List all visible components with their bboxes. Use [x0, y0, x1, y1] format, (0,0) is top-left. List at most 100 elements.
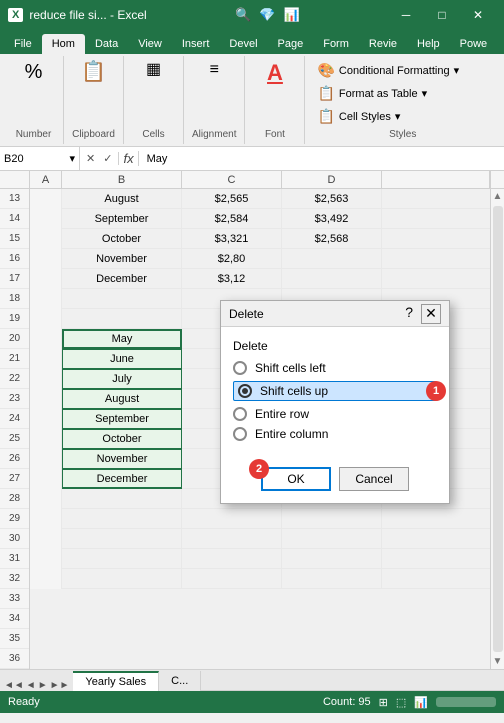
dialog-close-button[interactable]: ✕ [421, 304, 441, 324]
col-header-c[interactable]: C [182, 171, 282, 188]
scroll-down-arrow[interactable]: ▼ [491, 654, 504, 669]
row-num-17[interactable]: 17 [0, 269, 29, 289]
cell-d30[interactable] [282, 529, 382, 549]
row-num-14[interactable]: 14 [0, 209, 29, 229]
cell-c17[interactable]: $3,12 [182, 269, 282, 289]
cell-b22[interactable]: July [62, 369, 182, 389]
row-num-28[interactable]: 28 [0, 489, 29, 509]
cell-d29[interactable] [282, 509, 382, 529]
cell-a32[interactable] [30, 569, 62, 589]
cell-b29[interactable] [62, 509, 182, 529]
vertical-scrollbar[interactable]: ▲ ▼ [490, 189, 504, 669]
cell-a27[interactable] [30, 469, 62, 489]
row-num-21[interactable]: 21 [0, 349, 29, 369]
cell-a17[interactable] [30, 269, 62, 289]
page-layout-icon[interactable]: ⬚ [396, 696, 406, 709]
ok-button[interactable]: OK [261, 467, 331, 491]
tab-file[interactable]: File [4, 34, 42, 54]
row-num-24[interactable]: 24 [0, 409, 29, 429]
sheet-tab-c[interactable]: C... [159, 671, 201, 691]
radio-shift-left[interactable] [233, 361, 247, 375]
cell-styles-button[interactable]: 📋 Cell Styles ▾ [313, 106, 492, 127]
cell-a18[interactable] [30, 289, 62, 309]
cell-d17[interactable] [282, 269, 382, 289]
cell-b27[interactable]: December [62, 469, 182, 489]
cancel-button[interactable]: Cancel [339, 467, 409, 491]
tab-help[interactable]: Help [407, 34, 450, 54]
conditional-formatting-button[interactable]: 🎨 Conditional Formatting ▾ [313, 60, 492, 81]
radio-option-entire-column[interactable]: Entire column [233, 427, 437, 441]
sheet-tab-yearly-sales[interactable]: Yearly Sales [73, 671, 159, 691]
cell-a14[interactable] [30, 209, 62, 229]
cell-b23[interactable]: August [62, 389, 182, 409]
row-num-29[interactable]: 29 [0, 509, 29, 529]
radio-option-shift-up[interactable]: Shift cells up 1 [233, 381, 437, 401]
cell-b21[interactable]: June [62, 349, 182, 369]
alignment-button[interactable]: ≡ [194, 60, 234, 80]
zoom-slider[interactable] [436, 697, 496, 707]
cell-a26[interactable] [30, 449, 62, 469]
tab-home[interactable]: Hom [42, 34, 85, 54]
sheet-prev-arrow[interactable]: ◄ [26, 680, 36, 691]
cell-a16[interactable] [30, 249, 62, 269]
sheet-first-arrow[interactable]: ◄◄ [4, 680, 24, 691]
cell-a15[interactable] [30, 229, 62, 249]
cell-a23[interactable] [30, 389, 62, 409]
row-num-33[interactable]: 33 [0, 589, 29, 609]
row-num-32[interactable]: 32 [0, 569, 29, 589]
tab-insert[interactable]: Insert [172, 34, 220, 54]
row-num-27[interactable]: 27 [0, 469, 29, 489]
row-num-30[interactable]: 30 [0, 529, 29, 549]
row-num-13[interactable]: 13 [0, 189, 29, 209]
cell-b32[interactable] [62, 569, 182, 589]
cell-d16[interactable] [282, 249, 382, 269]
row-num-22[interactable]: 22 [0, 369, 29, 389]
cell-a24[interactable] [30, 409, 62, 429]
cell-b26[interactable]: November [62, 449, 182, 469]
cells-button[interactable]: ▦ [134, 60, 174, 80]
tab-page[interactable]: Page [268, 34, 314, 54]
cell-b24[interactable]: September [62, 409, 182, 429]
window-controls[interactable]: ─ □ ✕ [388, 0, 496, 30]
chart-icon[interactable]: 📊 [283, 7, 299, 23]
cell-a31[interactable] [30, 549, 62, 569]
dialog-question-mark[interactable]: ? [401, 304, 417, 324]
maximize-button[interactable]: □ [424, 0, 460, 30]
cell-d14[interactable]: $3,492 [282, 209, 382, 229]
radio-shift-up[interactable] [238, 384, 252, 398]
cell-b28[interactable] [62, 489, 182, 509]
cell-c29[interactable] [182, 509, 282, 529]
number-button[interactable]: % [14, 60, 54, 84]
cell-b18[interactable] [62, 289, 182, 309]
sheet-next-arrow[interactable]: ► [38, 680, 48, 691]
col-header-a[interactable]: A [30, 171, 62, 188]
cell-b14[interactable]: September [62, 209, 182, 229]
cell-a28[interactable] [30, 489, 62, 509]
name-box-arrow[interactable]: ▾ [69, 152, 75, 165]
cell-b17[interactable]: December [62, 269, 182, 289]
tab-power[interactable]: Powe [450, 34, 498, 54]
cell-b30[interactable] [62, 529, 182, 549]
cell-c15[interactable]: $3,321 [182, 229, 282, 249]
cell-d13[interactable]: $2,563 [282, 189, 382, 209]
cell-a19[interactable] [30, 309, 62, 329]
radio-entire-row[interactable] [233, 407, 247, 421]
radio-entire-column[interactable] [233, 427, 247, 441]
cell-d15[interactable]: $2,568 [282, 229, 382, 249]
cell-d31[interactable] [282, 549, 382, 569]
cell-c31[interactable] [182, 549, 282, 569]
format-table-button[interactable]: 📋 Format as Table ▾ [313, 83, 492, 104]
radio-option-shift-left[interactable]: Shift cells left [233, 361, 437, 375]
row-num-25[interactable]: 25 [0, 429, 29, 449]
cell-b19[interactable] [62, 309, 182, 329]
row-num-34[interactable]: 34 [0, 609, 29, 629]
row-num-18[interactable]: 18 [0, 289, 29, 309]
cell-c14[interactable]: $2,584 [182, 209, 282, 229]
search-title-icon[interactable]: 🔍 [235, 7, 251, 23]
cell-b16[interactable]: November [62, 249, 182, 269]
cell-c16[interactable]: $2,80 [182, 249, 282, 269]
cell-c13[interactable]: $2,565 [182, 189, 282, 209]
cell-b25[interactable]: October [62, 429, 182, 449]
cell-a25[interactable] [30, 429, 62, 449]
formula-input[interactable]: May [139, 153, 504, 165]
